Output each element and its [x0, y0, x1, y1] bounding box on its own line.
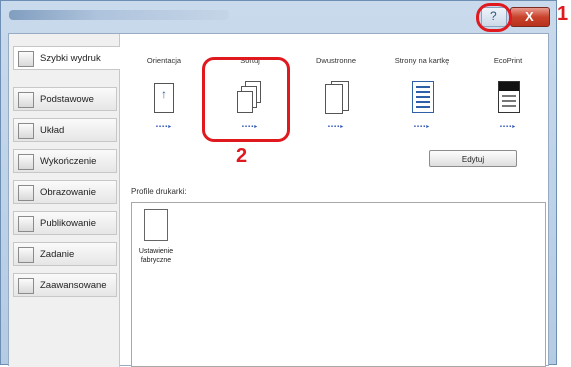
sidebar-item-finishing[interactable]: Wykończenie — [13, 149, 117, 173]
orientation-icon: ↑ — [151, 81, 177, 115]
sidebar-item-label: Zaawansowane — [40, 280, 107, 291]
feature-label: EcoPrint — [493, 56, 523, 65]
sidebar-item-basic[interactable]: Podstawowe — [13, 87, 117, 111]
sidebar-item-label: Podstawowe — [40, 94, 94, 105]
sidebar-item-layout[interactable]: Układ — [13, 118, 117, 142]
feature-pages-per-sheet[interactable]: Strony na kartkę ▪▪▪▪▸ — [381, 56, 463, 130]
sidebar-item-job[interactable]: Zadanie — [13, 242, 117, 266]
feature-label: Strony na kartkę — [394, 56, 450, 65]
close-icon: X — [525, 9, 534, 24]
sidebar-item-publishing[interactable]: Publikowanie — [13, 211, 117, 235]
sidebar-item-label: Zadanie — [40, 249, 75, 260]
edit-button[interactable]: Edytuj — [429, 150, 517, 167]
feature-label: Orientacja — [146, 56, 182, 65]
profile-item-label: Ustawienie fabryczne — [138, 248, 174, 264]
feature-orientation[interactable]: Orientacja ↑ ▪▪▪▪▸ — [123, 56, 205, 130]
advanced-icon — [18, 278, 34, 294]
option-dots: ▪▪▪▪▸ — [413, 124, 431, 130]
sidebar-item-quick-print[interactable]: Szybki wydruk — [13, 46, 120, 70]
callout-ring-help — [476, 3, 512, 32]
quick-print-panel: Orientacja ↑ ▪▪▪▪▸ Sortuj ▪▪▪▪▸ Dwustron… — [119, 34, 548, 367]
callout-number-1: 1 — [557, 3, 569, 25]
sidebar-item-label: Wykończenie — [40, 156, 97, 167]
print-settings-window: ? X Szybki wydruk Podstawowe Układ Wykoń… — [0, 0, 557, 367]
pages-per-sheet-icon — [409, 81, 435, 115]
sidebar-item-label: Układ — [40, 125, 65, 136]
title-bar: ? X — [1, 1, 556, 33]
sidebar-item-imaging[interactable]: Obrazowanie — [13, 180, 117, 204]
sidebar-item-label: Szybki wydruk — [40, 53, 101, 64]
duplex-icon — [323, 81, 349, 115]
basic-icon — [18, 92, 34, 108]
window-title-blurred — [9, 10, 229, 20]
option-dots: ▪▪▪▪▸ — [155, 124, 173, 130]
sidebar-item-label: Obrazowanie — [40, 187, 96, 198]
sidebar-item-advanced[interactable]: Zaawansowane — [13, 273, 117, 297]
printer-profiles-label: Profile drukarki: — [131, 187, 187, 196]
feature-duplex[interactable]: Dwustronne ▪▪▪▪▸ — [295, 56, 377, 130]
publishing-icon — [18, 216, 34, 232]
printer-profiles-list[interactable]: Ustawienie fabryczne — [131, 202, 546, 367]
imaging-icon — [18, 185, 34, 201]
finishing-icon — [18, 154, 34, 170]
option-dots: ▪▪▪▪▸ — [327, 124, 345, 130]
layout-icon — [18, 123, 34, 139]
feature-label: Dwustronne — [315, 56, 357, 65]
job-icon — [18, 247, 34, 263]
ecoprint-icon — [495, 81, 521, 115]
quick-print-icon — [18, 51, 34, 67]
callout-ring-collate — [202, 57, 290, 142]
feature-ecoprint[interactable]: EcoPrint ▪▪▪▪▸ — [467, 56, 549, 130]
sidebar-item-label: Publikowanie — [40, 218, 96, 229]
callout-number-2: 2 — [236, 145, 248, 167]
sidebar: Szybki wydruk Podstawowe Układ Wykończen… — [9, 34, 120, 367]
profile-page-icon — [144, 209, 168, 241]
option-dots: ▪▪▪▪▸ — [499, 124, 517, 130]
close-button[interactable]: X — [510, 7, 550, 27]
